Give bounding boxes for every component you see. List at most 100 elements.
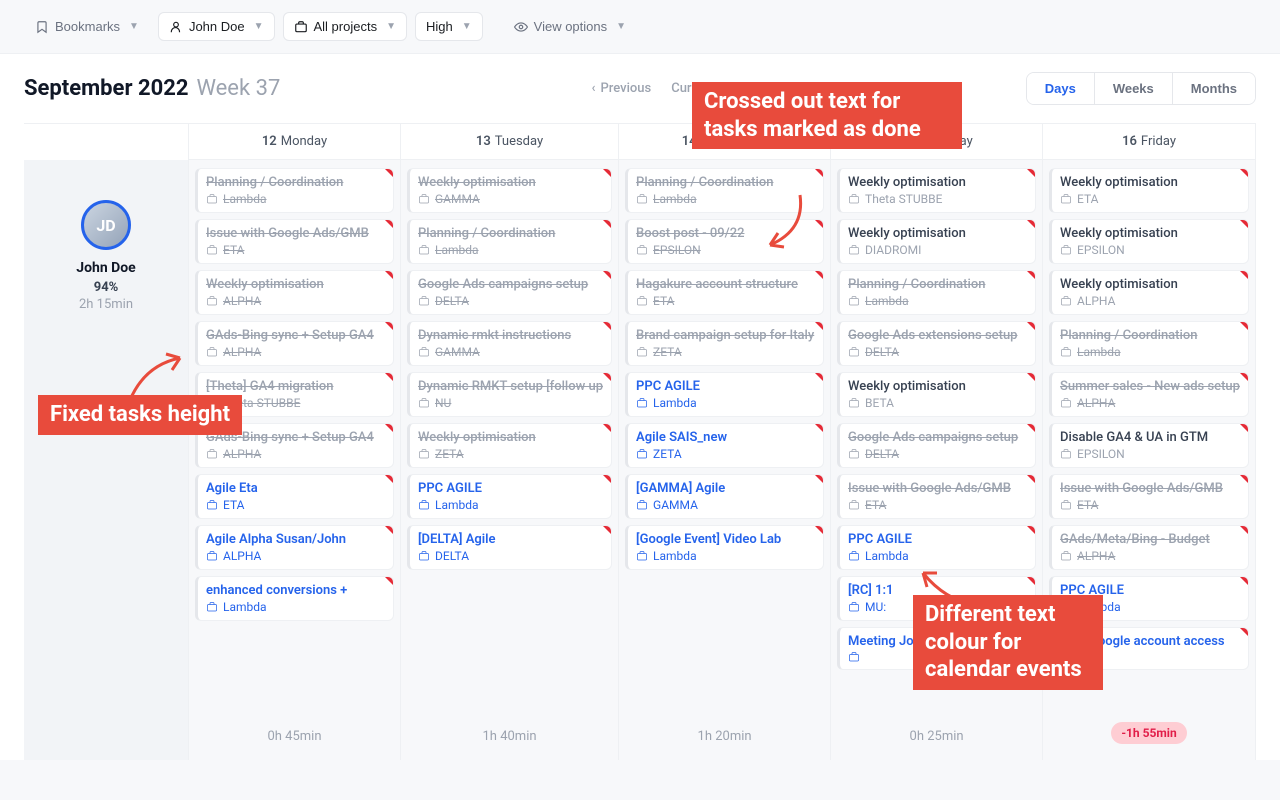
task-project: Lambda: [206, 600, 385, 614]
task-project: GAMMA: [418, 192, 603, 206]
day-total: 0h 25min: [837, 715, 1036, 760]
task-card[interactable]: Weekly optimisationBETA: [837, 372, 1036, 417]
task-title: enhanced conversions +: [206, 583, 385, 598]
day-column: Weekly optimisation GAMMA Planning / Coord…: [401, 160, 619, 760]
task-project: ZETA: [636, 345, 815, 359]
task-title: Weekly optimisation: [848, 175, 1027, 190]
task-card[interactable]: Summer sales - New ads setupALPHA: [1049, 372, 1249, 417]
priority-filter-button[interactable]: High▼: [415, 12, 483, 41]
previous-button[interactable]: ‹ Previous: [592, 81, 652, 96]
task-project: ALPHA: [1060, 549, 1240, 563]
task-card[interactable]: Weekly optimisation ZETA: [407, 423, 612, 468]
seg-days[interactable]: Days: [1027, 73, 1095, 104]
task-card[interactable]: Brand campaign setup for Italy ZETA: [625, 321, 824, 366]
task-title: Weekly optimisation: [418, 430, 603, 445]
week-label: Week 37: [196, 76, 280, 101]
task-card[interactable]: Issue with Google Ads/GMBETA: [1049, 474, 1249, 519]
task-project: ETA: [206, 243, 385, 257]
task-card[interactable]: Planning / CoordinationLambda: [1049, 321, 1249, 366]
top-toolbar: Bookmarks▼ John Doe▼ All projects▼ High▼…: [0, 0, 1280, 53]
user-name: John Doe: [24, 260, 188, 276]
task-project: GAMMA: [636, 498, 815, 512]
task-project: GAMMA: [418, 345, 603, 359]
task-title: Weekly optimisation: [418, 175, 603, 190]
task-card[interactable]: Google Ads extensions setup DELTA: [837, 321, 1036, 366]
task-card[interactable]: Weekly optimisation ALPHA: [195, 270, 394, 315]
task-card[interactable]: GAds/Meta/Bing - BudgetALPHA: [1049, 525, 1249, 570]
task-project: Theta STUBBE: [848, 192, 1027, 206]
task-card[interactable]: Planning / CoordinationLambda: [837, 270, 1036, 315]
task-card[interactable]: Google Ads campaigns setupDELTA: [837, 423, 1036, 468]
task-card[interactable]: Weekly optimisation Theta STUBBE: [837, 168, 1036, 213]
task-project: ALPHA: [206, 294, 385, 308]
task-title: Weekly optimisation: [206, 277, 385, 292]
task-card[interactable]: [Google Event] Video LabLambda: [625, 525, 824, 570]
task-card[interactable]: Agile EtaETA: [195, 474, 394, 519]
seg-months[interactable]: Months: [1173, 73, 1255, 104]
avatar[interactable]: JD: [81, 200, 131, 250]
task-card[interactable]: Dynamic rmkt instructions GAMMA: [407, 321, 612, 366]
task-card[interactable]: Weekly optimisationDIADROMI: [837, 219, 1036, 264]
task-title: Weekly optimisation: [848, 226, 1027, 241]
task-project: ZETA: [418, 447, 603, 461]
user-filter-button[interactable]: John Doe▼: [158, 12, 275, 41]
view-options-button[interactable]: View options▼: [503, 12, 637, 41]
task-title: [GAMMA] Agile: [636, 481, 815, 496]
task-card[interactable]: Google Ads campaigns setupDELTA: [407, 270, 612, 315]
bookmarks-button[interactable]: Bookmarks▼: [24, 12, 150, 41]
task-card[interactable]: PPC AGILELambda: [625, 372, 824, 417]
task-project: ALPHA: [206, 549, 385, 563]
task-card[interactable]: Disable GA4 & UA in GTMEPSILON: [1049, 423, 1249, 468]
task-title: Issue with Google Ads/GMB: [206, 226, 385, 241]
task-project: EPSILON: [1060, 243, 1240, 257]
task-card[interactable]: Weekly optimisationEPSILON: [1049, 219, 1249, 264]
task-card[interactable]: Issue with Google Ads/GMB ETA: [195, 219, 394, 264]
task-card[interactable]: Agile Alpha Susan/JohnALPHA: [195, 525, 394, 570]
negative-badge: -1h 55min: [1111, 722, 1186, 744]
task-title: Disable GA4 & UA in GTM: [1060, 430, 1240, 445]
task-card[interactable]: [GAMMA] Agile GAMMA: [625, 474, 824, 519]
chevron-down-icon: ▼: [254, 21, 264, 32]
projects-filter-button[interactable]: All projects▼: [283, 12, 407, 41]
task-card[interactable]: Weekly optimisation GAMMA: [407, 168, 612, 213]
seg-weeks[interactable]: Weeks: [1095, 73, 1173, 104]
task-card[interactable]: Dynamic RMKT setup [follow upNU: [407, 372, 612, 417]
month-label: September 2022: [24, 76, 188, 101]
task-card[interactable]: [DELTA] AgileDELTA: [407, 525, 612, 570]
briefcase-icon: [294, 20, 308, 34]
task-title: Agile Eta: [206, 481, 385, 496]
task-title: Dynamic rmkt instructions: [418, 328, 603, 343]
task-card[interactable]: PPC AGILELambda: [407, 474, 612, 519]
task-card[interactable]: GAds-Bing sync + Setup GA4ALPHA: [195, 321, 394, 366]
task-title: PPC AGILE: [636, 379, 815, 394]
day-total: 1h 20min: [625, 715, 824, 760]
task-project: ALPHA: [1060, 396, 1240, 410]
task-title: Planning / Coordination: [1060, 328, 1240, 343]
task-card[interactable]: Planning / Coordination Lambda: [407, 219, 612, 264]
task-card[interactable]: Issue with Google Ads/GMB ETA: [837, 474, 1036, 519]
task-project: ETA: [848, 498, 1027, 512]
task-card[interactable]: Weekly optimisationALPHA: [1049, 270, 1249, 315]
task-card[interactable]: PPC AGILELambda: [837, 525, 1036, 570]
day-total: 0h 45min: [195, 715, 394, 760]
day-header: 16Friday: [1043, 124, 1256, 160]
task-title: Brand campaign setup for Italy: [636, 328, 815, 343]
task-card[interactable]: Agile SAIS_newZETA: [625, 423, 824, 468]
task-title: Google Ads extensions setup: [848, 328, 1027, 343]
task-title: Planning / Coordination: [418, 226, 603, 241]
task-card[interactable]: enhanced conversions + Lambda: [195, 576, 394, 621]
user-percent: 94%: [24, 280, 188, 295]
task-title: [Theta] GA4 migration: [206, 379, 385, 394]
task-title: Dynamic RMKT setup [follow up: [418, 379, 603, 394]
task-title: Planning / Coordination: [636, 175, 815, 190]
task-card[interactable]: Planning / CoordinationLambda: [195, 168, 394, 213]
task-card[interactable]: Hagakure account structureETA: [625, 270, 824, 315]
day-total: 1h 40min: [407, 715, 612, 760]
task-project: Lambda: [418, 243, 603, 257]
task-project: DELTA: [848, 345, 1027, 359]
task-title: Issue with Google Ads/GMB: [848, 481, 1027, 496]
task-card[interactable]: Weekly optimisationETA: [1049, 168, 1249, 213]
task-title: Google Ads campaigns setup: [418, 277, 603, 292]
task-title: Issue with Google Ads/GMB: [1060, 481, 1240, 496]
task-project: DELTA: [848, 447, 1027, 461]
